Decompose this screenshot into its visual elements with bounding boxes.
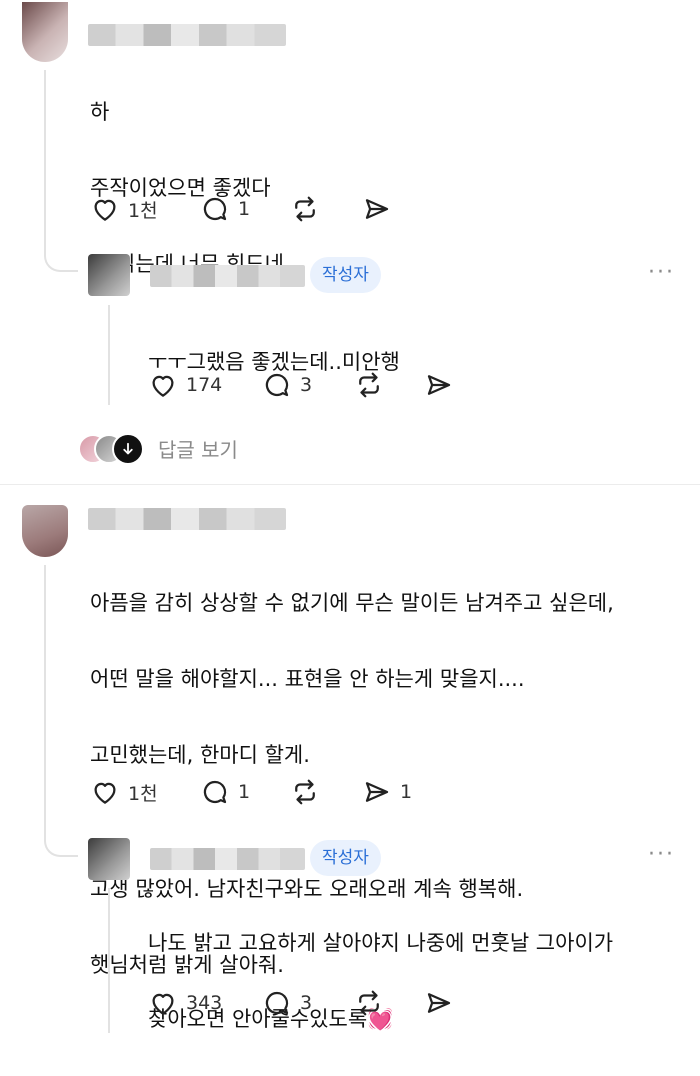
share-icon xyxy=(365,782,389,802)
like-button[interactable]: 343 xyxy=(148,986,222,1020)
repost-icon xyxy=(359,372,379,398)
repost-button[interactable] xyxy=(290,192,320,226)
share-button[interactable]: 1 xyxy=(362,775,412,809)
share-button[interactable] xyxy=(424,368,454,402)
comment-icon xyxy=(203,197,227,221)
username-blurred[interactable] xyxy=(150,848,305,870)
reply-count: 1 xyxy=(238,198,251,220)
thread-elbow xyxy=(44,230,78,272)
heart-icon xyxy=(152,993,174,1015)
share-button[interactable] xyxy=(362,192,392,226)
comment-line: 어떤 말을 해야할지... 표현을 안 하는게 맞을지.... xyxy=(90,667,525,691)
repost-button[interactable] xyxy=(290,775,320,809)
comment-icon xyxy=(265,991,289,1015)
reply-count: 3 xyxy=(300,992,313,1014)
like-count: 1천 xyxy=(128,199,158,222)
reply-button[interactable]: 3 xyxy=(262,368,312,402)
reply-count: 1 xyxy=(238,781,251,803)
comment-line: 아픔을 감히 상상할 수 없기에 무슨 말이든 남겨주고 싶은데, xyxy=(90,591,614,615)
comment-line: 고민했는데, 한마디 할게. xyxy=(90,743,310,767)
reply-text: 나도 밝고 고요하게 살아야지 나중에 먼훗날 그아이가 찾아오면 안아줄수있도… xyxy=(148,886,613,1076)
thread-line xyxy=(108,305,110,405)
reply-count: 3 xyxy=(300,374,313,396)
heart-icon xyxy=(152,375,174,397)
avatar[interactable] xyxy=(22,2,68,62)
comment-icon xyxy=(265,373,289,397)
like-button[interactable]: 1천 xyxy=(90,192,158,226)
share-icon xyxy=(427,993,451,1013)
view-replies-link[interactable]: 답글 보기 xyxy=(158,434,238,463)
repost-icon xyxy=(295,779,315,805)
reply-button[interactable]: 3 xyxy=(262,986,312,1020)
like-button[interactable]: 1천 xyxy=(90,775,158,809)
thread-elbow xyxy=(44,815,78,857)
repost-button[interactable] xyxy=(354,368,384,402)
more-options-icon[interactable]: ··· xyxy=(648,260,675,285)
arrow-down-icon[interactable] xyxy=(112,433,144,465)
more-options-icon[interactable]: ··· xyxy=(648,842,675,867)
thread-line xyxy=(44,565,46,831)
like-count: 343 xyxy=(186,992,223,1014)
reply-avatar[interactable] xyxy=(88,254,130,296)
author-badge: 작성자 xyxy=(310,257,381,293)
share-button[interactable] xyxy=(424,986,454,1020)
username-blurred[interactable] xyxy=(88,508,286,530)
comment-spacer xyxy=(90,812,614,832)
reply-avatar[interactable] xyxy=(88,838,130,880)
repost-button[interactable] xyxy=(354,986,384,1020)
reply-line: 나도 밝고 고요하게 살아야지 나중에 먼훗날 그아이가 xyxy=(148,931,614,955)
heart-icon xyxy=(94,199,116,221)
username-blurred[interactable] xyxy=(150,265,305,287)
reply-button[interactable]: 1 xyxy=(200,775,250,809)
share-icon xyxy=(365,199,389,219)
comment-divider xyxy=(0,484,700,485)
share-icon xyxy=(427,375,451,395)
repost-icon xyxy=(295,196,315,222)
comment-line: 하 xyxy=(90,100,110,124)
repost-icon xyxy=(359,990,379,1016)
heart-icon xyxy=(94,782,116,804)
thread-line xyxy=(44,70,46,248)
reply-button[interactable]: 1 xyxy=(200,192,250,226)
author-badge: 작성자 xyxy=(310,840,381,876)
username-blurred[interactable] xyxy=(88,24,286,46)
comment-icon xyxy=(203,780,227,804)
like-count: 1천 xyxy=(128,782,158,805)
thread-line xyxy=(108,888,110,1033)
like-count: 174 xyxy=(186,374,223,396)
avatar[interactable] xyxy=(22,505,68,557)
share-count: 1 xyxy=(400,781,413,803)
like-button[interactable]: 174 xyxy=(148,368,222,402)
